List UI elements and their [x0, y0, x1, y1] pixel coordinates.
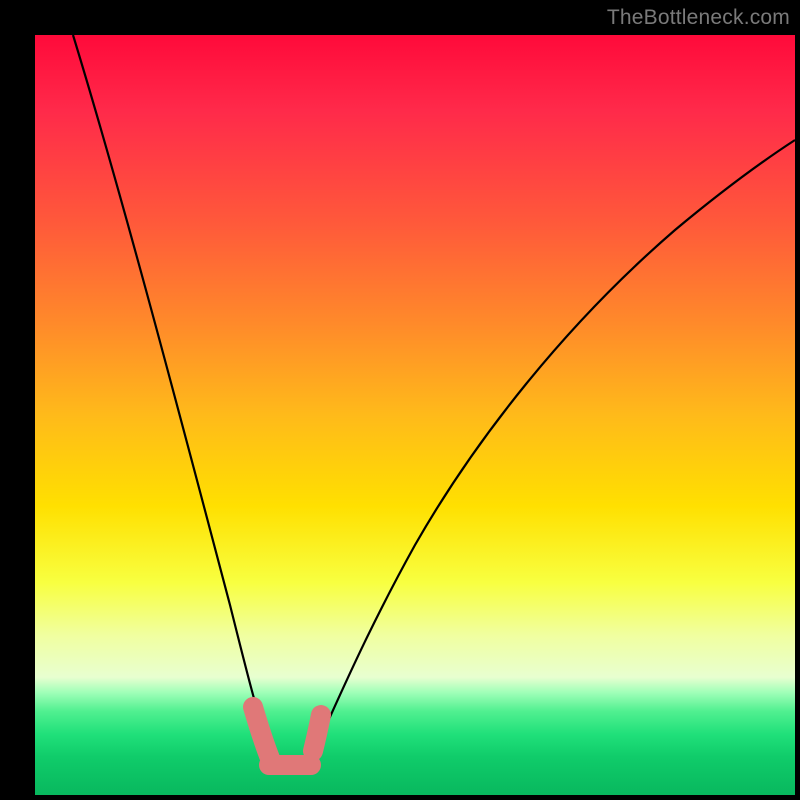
- chart-canvas: TheBottleneck.com: [0, 0, 800, 800]
- ideal-range-right: [313, 715, 321, 751]
- watermark-text: TheBottleneck.com: [607, 6, 790, 30]
- ideal-range-left: [253, 707, 271, 761]
- chart-overlay: [35, 35, 795, 795]
- bottleneck-curve: [73, 35, 795, 769]
- ideal-range-marker: [253, 707, 321, 765]
